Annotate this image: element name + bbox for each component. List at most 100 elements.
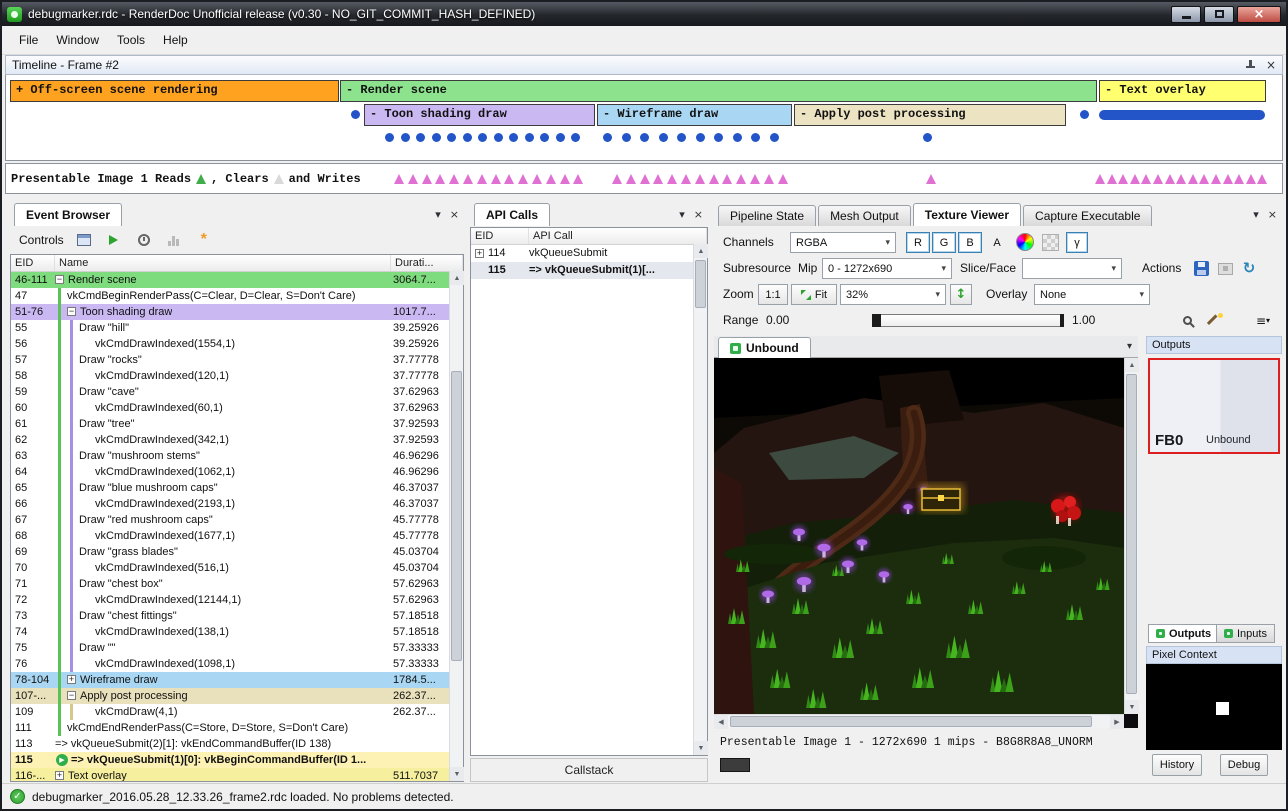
table-row[interactable]: 47vkCmdBeginRenderPass(C=Clear, D=Clear,… <box>11 288 449 304</box>
usage-triangle[interactable] <box>532 174 542 184</box>
scrollbar-right-icon[interactable]: ▶ <box>1110 715 1124 729</box>
fb0-thumbnail[interactable]: FB0 Unbound <box>1148 358 1280 454</box>
usage-triangle[interactable] <box>1257 174 1267 184</box>
pin-icon[interactable] <box>1245 60 1256 71</box>
usage-triangle[interactable] <box>612 174 622 184</box>
event-dot[interactable] <box>509 133 518 142</box>
collapse-icon[interactable]: − <box>67 691 76 700</box>
usage-triangle[interactable] <box>573 174 583 184</box>
table-row[interactable]: 78-104+Wireframe draw1784.5... <box>11 672 449 688</box>
table-row[interactable]: 68vkCmdDrawIndexed(1677,1)45.77778 <box>11 528 449 544</box>
gamma-button[interactable]: γ <box>1066 232 1088 253</box>
usage-triangle[interactable] <box>463 174 473 184</box>
range-max-handle[interactable] <box>1060 314 1064 327</box>
usage-triangle[interactable] <box>1176 174 1186 184</box>
channel-a-button[interactable]: A <box>986 232 1008 253</box>
table-row[interactable]: 113=> vkQueueSubmit(2)[1]: vkEndCommandB… <box>11 736 449 752</box>
chevron-down-icon[interactable]: ▾ <box>1253 208 1259 221</box>
table-row[interactable]: 63Draw "mushroom stems"46.96296 <box>11 448 449 464</box>
table-row[interactable]: 64vkCmdDrawIndexed(1062,1)46.96296 <box>11 464 449 480</box>
color-wheel-icon[interactable] <box>1016 233 1034 251</box>
table-row[interactable]: 66vkCmdDrawIndexed(2193,1)46.37037 <box>11 496 449 512</box>
event-dot[interactable] <box>478 133 487 142</box>
event-dot[interactable] <box>622 133 631 142</box>
table-row[interactable]: 69Draw "grass blades"45.03704 <box>11 544 449 560</box>
checkerboard-icon[interactable] <box>1042 234 1059 251</box>
usage-triangle[interactable] <box>1199 174 1209 184</box>
usage-triangle[interactable] <box>1130 174 1140 184</box>
timeline-marker[interactable]: - Apply post processing <box>794 104 1066 126</box>
collapse-icon[interactable]: − <box>55 275 64 284</box>
menu-window[interactable]: Window <box>47 28 108 52</box>
event-dot[interactable] <box>571 133 580 142</box>
usage-triangle[interactable] <box>695 174 705 184</box>
usage-triangle[interactable] <box>560 174 570 184</box>
table-row[interactable]: 59Draw "cave"37.62963 <box>11 384 449 400</box>
channels-select[interactable]: RGBA ▾ <box>790 232 896 253</box>
usage-triangle[interactable] <box>736 174 746 184</box>
api-calls-scrollbar[interactable]: ▲ ▼ <box>693 244 707 755</box>
texture-tab-unbound[interactable]: Unbound <box>718 337 811 358</box>
event-dot[interactable] <box>770 133 779 142</box>
window-titlebar[interactable]: debugmarker.rdc - RenderDoc Unofficial r… <box>2 2 1286 26</box>
close-button[interactable]: × <box>1237 6 1281 23</box>
texture-image[interactable] <box>714 358 1124 714</box>
usage-triangle[interactable] <box>394 174 404 184</box>
scrollbar-thumb[interactable] <box>1126 374 1137 694</box>
event-dot[interactable] <box>603 133 612 142</box>
chevron-down-icon[interactable]: ▾ <box>435 208 441 221</box>
scrollbar-down-icon[interactable]: ▼ <box>450 767 464 781</box>
flip-y-button[interactable]: ↕ <box>950 284 972 305</box>
timeline-marker[interactable]: - Render scene <box>340 80 1097 102</box>
scrollbar-left-icon[interactable]: ◀ <box>714 715 728 729</box>
range-settings-icon[interactable]: ≡▾ <box>1252 310 1274 331</box>
event-dot[interactable] <box>540 133 549 142</box>
mip-select[interactable]: 0 - 1272x690 ▾ <box>822 258 952 279</box>
scrollbar-thumb[interactable] <box>695 260 706 308</box>
channel-g-button[interactable]: G <box>932 232 956 253</box>
table-row[interactable]: 73Draw "chest fittings"57.18518 <box>11 608 449 624</box>
table-row[interactable]: 107-...−Apply post processing262.37... <box>11 688 449 704</box>
event-dot[interactable] <box>432 133 441 142</box>
range-min-handle[interactable] <box>872 314 881 327</box>
tab-pipeline-state[interactable]: Pipeline State <box>718 205 816 226</box>
event-dot[interactable] <box>677 133 686 142</box>
range-autofit-wand-icon[interactable] <box>1204 310 1226 331</box>
tab-mesh-output[interactable]: Mesh Output <box>818 205 911 226</box>
tab-outputs[interactable]: Outputs <box>1148 624 1219 643</box>
table-row[interactable]: +114vkQueueSubmit <box>471 245 693 262</box>
table-row[interactable]: 109vkCmdDraw(4,1)262.37... <box>11 704 449 720</box>
event-dot[interactable] <box>416 133 425 142</box>
texture-list-dropdown-icon[interactable]: ▾ <box>1127 341 1132 352</box>
usage-triangle[interactable] <box>477 174 487 184</box>
event-dot[interactable] <box>640 133 649 142</box>
table-row[interactable]: 60vkCmdDrawIndexed(60,1)37.62963 <box>11 400 449 416</box>
close-icon[interactable]: × <box>694 208 703 221</box>
event-dot[interactable] <box>659 133 668 142</box>
usage-triangle[interactable] <box>1246 174 1256 184</box>
event-dot[interactable] <box>494 133 503 142</box>
column-header-name[interactable]: Name <box>55 255 391 271</box>
table-row[interactable]: 57Draw "rocks"37.77778 <box>11 352 449 368</box>
usage-triangle[interactable] <box>1141 174 1151 184</box>
time-actions-icon[interactable] <box>134 231 154 249</box>
table-row[interactable]: 61Draw "tree"37.92593 <box>11 416 449 432</box>
event-pill[interactable] <box>1099 110 1265 120</box>
usage-triangle[interactable] <box>546 174 556 184</box>
timeline-body[interactable]: + Off-screen scene rendering- Render sce… <box>5 75 1283 161</box>
table-row[interactable]: 115=> vkQueueSubmit(1)[... <box>471 262 693 279</box>
usage-triangle[interactable] <box>926 174 936 184</box>
tab-capture-executable[interactable]: Capture Executable <box>1023 205 1152 226</box>
table-row[interactable]: 65Draw "blue mushroom caps"46.37037 <box>11 480 449 496</box>
table-row[interactable]: 71Draw "chest box"57.62963 <box>11 576 449 592</box>
event-dot[interactable] <box>351 110 360 119</box>
usage-triangle[interactable] <box>1165 174 1175 184</box>
maximize-button[interactable] <box>1204 6 1234 23</box>
scrollbar-up-icon[interactable]: ▲ <box>1125 358 1139 372</box>
event-dot[interactable] <box>1080 110 1089 119</box>
column-header-eid[interactable]: EID <box>471 228 529 244</box>
event-dot[interactable] <box>525 133 534 142</box>
event-dot[interactable] <box>714 133 723 142</box>
table-row[interactable]: 55Draw "hill"39.25926 <box>11 320 449 336</box>
event-dot[interactable] <box>751 133 760 142</box>
